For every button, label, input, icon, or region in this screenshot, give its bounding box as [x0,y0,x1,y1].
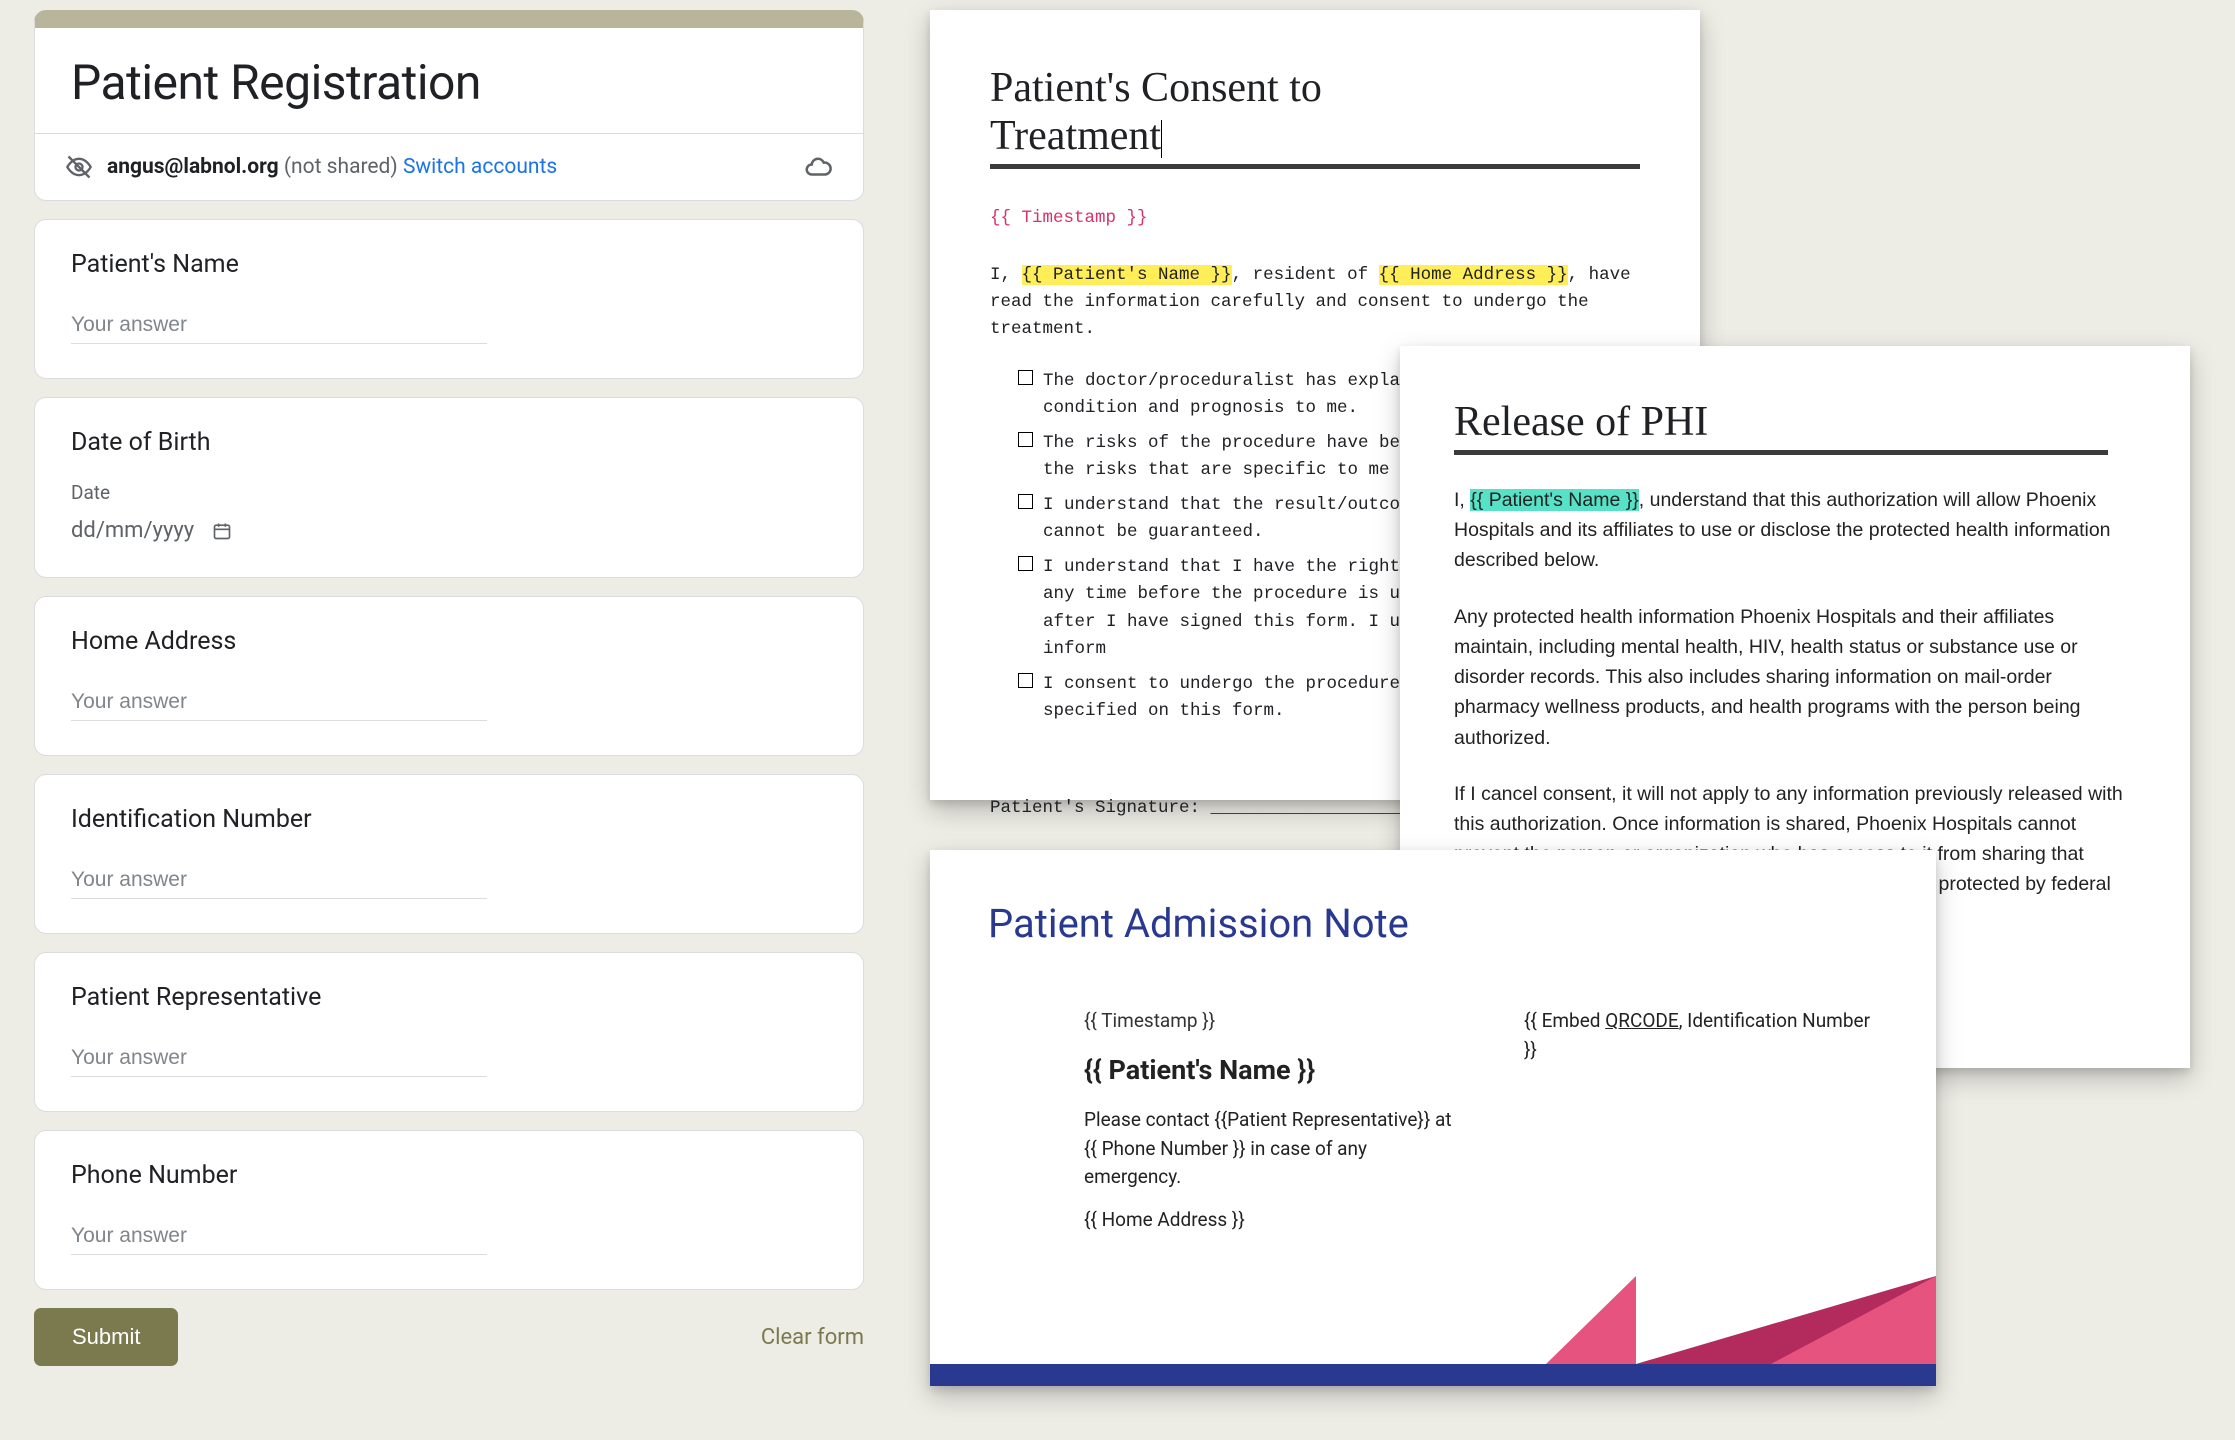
checkbox-icon [1018,673,1033,688]
consent-intro: I, {{ Patient's Name }}, resident of {{ … [990,262,1640,343]
question-phone: Phone Number [34,1130,864,1290]
token-home-address: {{ Home Address }} [1084,1206,1464,1235]
question-label: Home Address [71,627,827,656]
document-previews: Patient's Consent to Treatment {{ Timest… [930,10,2210,1410]
form-header-card: Patient Registration angus@labnol.org (n… [34,10,864,201]
admit-contact-line: Please contact {{Patient Representative}… [1084,1106,1464,1192]
clear-form-link[interactable]: Clear form [761,1325,864,1350]
token-patient-name: {{ Patient's Name }} [1084,1050,1464,1091]
id-input[interactable] [71,862,487,899]
consent-title: Patient's Consent to Treatment [990,64,1640,169]
address-input[interactable] [71,684,487,721]
admit-title: Patient Admission Note [988,900,1878,947]
checkbox-icon [1018,494,1033,509]
checkbox-icon [1018,432,1033,447]
date-value[interactable]: dd/mm/yyyy [71,518,194,543]
form-actions: Submit Clear form [34,1308,864,1366]
form-title: Patient Registration [35,28,863,133]
submit-button[interactable]: Submit [34,1308,178,1366]
question-label: Phone Number [71,1161,827,1190]
calendar-icon[interactable] [212,521,232,541]
question-rep: Patient Representative [34,952,864,1112]
question-label: Identification Number [71,805,827,834]
question-sublabel: Date [71,481,827,504]
switch-accounts-link[interactable]: Switch accounts [403,155,557,179]
phi-title: Release of PHI [1454,398,2108,455]
name-input[interactable] [71,307,487,344]
question-dob: Date of Birth Date dd/mm/yyyy [34,397,864,578]
checkbox-icon [1018,370,1033,385]
question-id: Identification Number [34,774,864,934]
question-address: Home Address [34,596,864,756]
visibility-off-icon [65,153,93,181]
token-qrcode: {{ Embed QRCODE, Identification Number }… [1524,1007,1878,1064]
doc-admission-note: Patient Admission Note {{ Timestamp }} {… [930,850,1936,1386]
shared-note: (not shared) [284,155,398,179]
token-home-address: {{ Home Address }} [1379,265,1568,285]
question-label: Patient's Name [71,250,827,279]
admit-footer-graphic [930,1276,1936,1386]
question-label: Date of Birth [71,428,827,457]
account-email: angus@labnol.org [107,155,279,179]
token-patient-name: {{ Patient's Name }} [1022,265,1232,285]
account-bar: angus@labnol.org (not shared) Switch acc… [35,133,863,200]
token-patient-name: {{ Patient's Name }} [1470,489,1639,511]
phone-input[interactable] [71,1218,487,1255]
token-timestamp: {{ Timestamp }} [1084,1007,1464,1036]
phi-paragraph: Any protected health information Phoenix… [1454,602,2136,753]
cloud-icon [803,152,833,182]
consent-timestamp-token: {{ Timestamp }} [990,205,1640,232]
question-label: Patient Representative [71,983,827,1012]
rep-input[interactable] [71,1040,487,1077]
question-name: Patient's Name [34,219,864,379]
phi-paragraph: I, {{ Patient's Name }}, understand that… [1454,485,2136,576]
registration-form: Patient Registration angus@labnol.org (n… [34,10,864,1366]
checkbox-icon [1018,556,1033,571]
